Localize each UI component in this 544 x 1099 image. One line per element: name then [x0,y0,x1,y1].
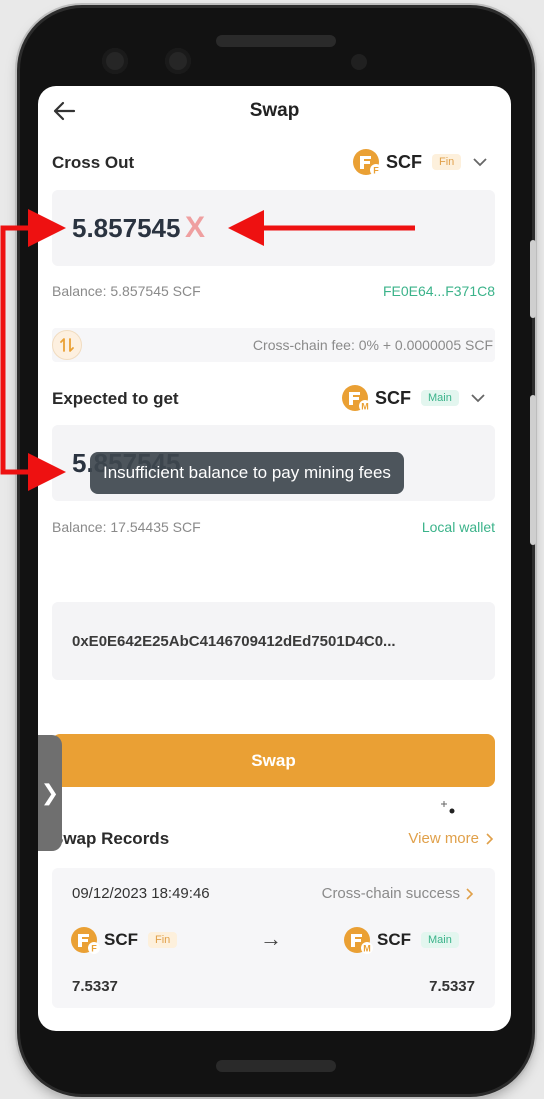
power-button [530,240,536,318]
cross-chain-fee: Cross-chain fee: 0% + 0.0000005 SCF [252,337,493,353]
cross-out-token-selector[interactable]: F SCF Fin [352,147,487,177]
token-sub-letter: F [373,166,379,176]
record-to-amount: 7.5337 [429,978,475,995]
record-from-amount: 7.5337 [72,978,118,995]
speaker-bottom [216,1060,336,1072]
swap-direction-button[interactable] [52,330,82,360]
clear-mark: X [185,211,206,244]
cross-out-amount-input[interactable]: 5.857545 X [52,190,495,266]
main-tag: Main [421,390,459,406]
scf-token-icon: F [353,149,382,176]
page-title: Swap [249,100,300,121]
record-main-tag: Main [421,932,459,948]
record-card[interactable]: 09/12/2023 18:49:46 Cross-chain success … [52,868,495,1008]
record-from-token: F SCF Fin [70,925,178,955]
scf-token-icon: F [71,927,100,954]
recipient-address-box[interactable]: 0xE0E642E25AbC4146709412dEd7501D4C0... [52,602,495,680]
local-wallet-link[interactable]: Local wallet [422,519,495,535]
swap-button[interactable]: Swap [52,734,495,787]
record-datetime: 09/12/2023 18:49:46 [72,885,210,902]
scf-token-icon: M [344,927,373,954]
token-sub-letter: M [363,944,371,954]
mouse-cursor-icon [441,801,455,814]
record-from-token-name: SCF [104,930,138,949]
chevron-down-icon [473,158,487,167]
expected-token-selector[interactable]: M SCF Main [341,383,485,413]
cross-out-token-name: SCF [386,151,422,172]
cross-out-amount: 5.857545 [72,213,181,243]
record-fin-tag: Fin [148,932,178,948]
swap-records-title: Swap Records [52,829,170,848]
fee-row: Cross-chain fee: 0% + 0.0000005 SCF [52,328,495,362]
cross-out-address[interactable]: FE0E64...F371C8 [383,283,495,299]
front-camera-secondary [165,48,191,74]
expected-token-name: SCF [375,387,411,408]
side-panel-handle[interactable]: ❯ [38,735,62,851]
error-toast: Insufficient balance to pay mining fees [90,452,404,494]
view-more-label: View more [408,830,479,847]
fin-tag: Fin [432,154,462,170]
record-to-token-name: SCF [377,930,411,949]
record-to-token: M SCF Main [343,925,459,955]
arrow-right-icon: → [260,926,282,951]
front-camera [102,48,128,74]
record-status: Cross-chain success [322,885,475,902]
expected-balance: Balance: 17.54435 SCF [52,519,201,535]
expected-label: Expected to get [52,389,179,408]
volume-button [530,395,536,545]
recipient-address: 0xE0E642E25AbC4146709412dEd7501D4C0... [72,633,396,650]
cross-out-balance: Balance: 5.857545 SCF [52,283,201,299]
token-sub-letter: M [361,402,369,412]
view-more-link[interactable]: View more [408,830,495,847]
cross-out-label: Cross Out [52,153,135,172]
chevron-right-icon [466,887,474,900]
swap-direction-icon [60,338,74,352]
record-status-label: Cross-chain success [321,885,460,902]
app-screen: Swap Cross Out F SCF Fin 5.857545 X Bala… [38,86,511,1031]
speaker-top [216,35,336,47]
chevron-right-icon [486,832,494,845]
chevron-down-icon [471,394,485,403]
scf-token-icon: M [342,385,371,412]
token-sub-letter: F [91,944,97,954]
proximity-sensor [351,54,367,70]
